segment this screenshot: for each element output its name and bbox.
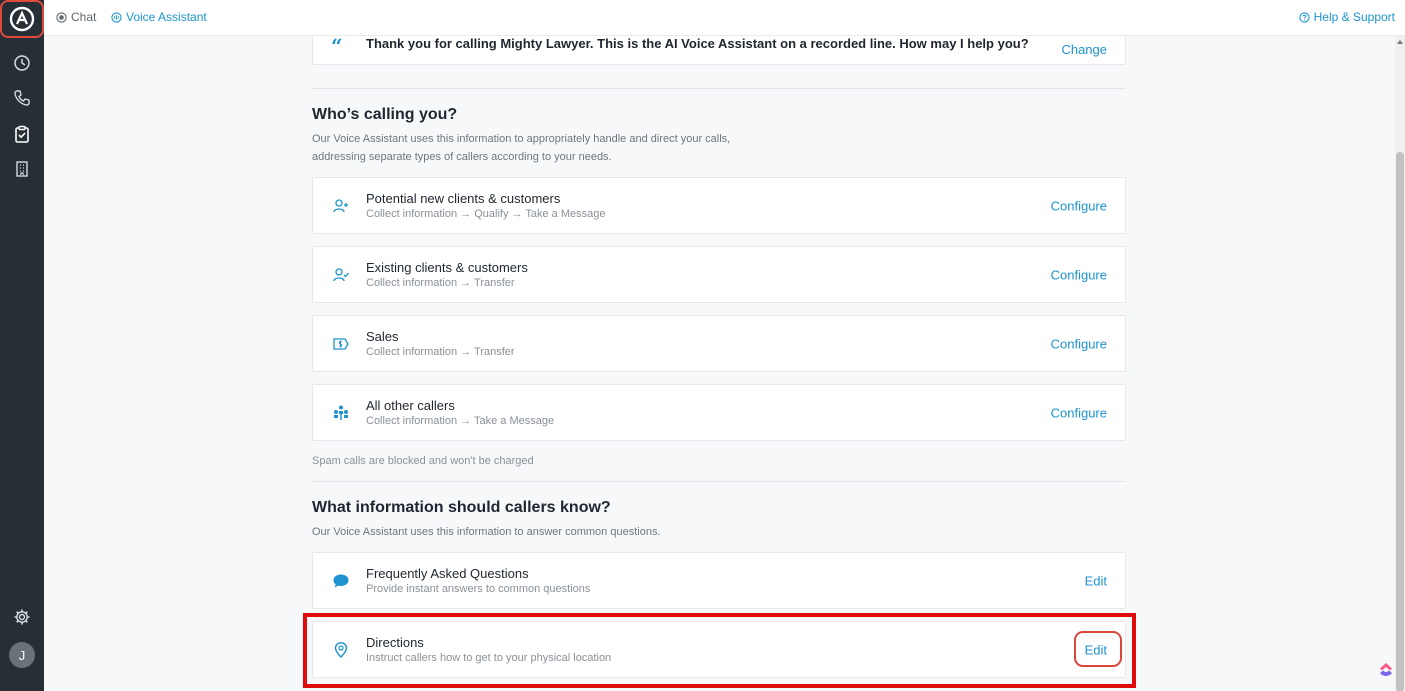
avatar[interactable]: J	[9, 642, 35, 668]
gear-icon[interactable]	[6, 601, 38, 633]
building-icon[interactable]	[6, 153, 38, 185]
scroll-up-arrow[interactable]	[1397, 40, 1403, 44]
caller-card-new-clients[interactable]: Potential new clients & customers Collec…	[312, 177, 1126, 234]
divider	[312, 481, 1126, 482]
caller-title: Potential new clients & customers	[366, 191, 561, 206]
info-subtitle: Provide instant answers to common questi…	[366, 583, 591, 595]
chat-bubble-icon	[331, 571, 351, 591]
sidebar: J	[0, 0, 44, 691]
edit-faq-button[interactable]: Edit	[1085, 573, 1107, 588]
info-section-title: What information should callers know?	[312, 499, 611, 516]
caller-card-all-other[interactable]: All other callers Collect information → …	[312, 384, 1126, 441]
change-greeting-button[interactable]: Change	[1061, 42, 1107, 57]
callers-section-description: Our Voice Assistant uses this informatio…	[312, 133, 731, 163]
greeting-card: “ Thank you for calling Mighty Lawyer. T…	[312, 36, 1126, 65]
scrollbar[interactable]	[1395, 36, 1405, 691]
scroll-thumb[interactable]	[1396, 152, 1404, 691]
caller-title: Existing clients & customers	[366, 260, 528, 275]
help-support-link[interactable]: Help & Support	[1298, 10, 1395, 24]
help-support-label: Help & Support	[1313, 10, 1395, 24]
configure-button[interactable]: Configure	[1051, 267, 1107, 282]
caller-title: Sales	[366, 329, 399, 344]
configure-button[interactable]: Configure	[1051, 336, 1107, 351]
history-icon[interactable]	[6, 47, 38, 79]
tab-voice-assistant[interactable]: Voice Assistant	[111, 10, 207, 24]
info-section-description: Our Voice Assistant uses this informatio…	[312, 526, 661, 538]
caller-subtitle: Collect information → Transfer	[366, 277, 515, 289]
voice-assistant-icon	[111, 11, 122, 23]
edit-highlight-ring	[1074, 631, 1122, 667]
tab-chat-label: Chat	[71, 10, 97, 24]
directions-highlight-box	[303, 613, 1136, 688]
configure-button[interactable]: Configure	[1051, 198, 1107, 213]
tab-chat[interactable]: Chat	[56, 10, 96, 24]
caller-subtitle: Collect information → Transfer	[366, 346, 515, 358]
configure-button[interactable]: Configure	[1051, 405, 1107, 420]
caller-title: All other callers	[366, 398, 455, 413]
greeting-text: Thank you for calling Mighty Lawyer. Thi…	[366, 36, 1029, 51]
divider	[312, 88, 1126, 89]
caller-card-existing-clients[interactable]: Existing clients & customers Collect inf…	[312, 246, 1126, 303]
group-icon	[331, 403, 351, 423]
caller-card-sales[interactable]: Sales Collect information → Transfer Con…	[312, 315, 1126, 372]
user-check-icon	[331, 265, 351, 285]
spam-note: Spam calls are blocked and won't be char…	[312, 455, 534, 467]
tab-voice-assistant-label: Voice Assistant	[126, 10, 207, 24]
caller-subtitle: Collect information → Qualify → Take a M…	[366, 208, 606, 220]
caller-subtitle: Collect information → Take a Message	[366, 415, 555, 427]
clickup-logo-icon[interactable]	[1377, 660, 1395, 680]
clipboard-check-icon[interactable]	[6, 118, 38, 150]
quote-icon: “	[331, 34, 343, 58]
callers-section-title: Who’s calling you?	[312, 106, 458, 123]
chat-icon	[56, 11, 67, 23]
info-title: Frequently Asked Questions	[366, 566, 529, 581]
info-card-faq[interactable]: Frequently Asked Questions Provide insta…	[312, 552, 1126, 609]
top-bar: Chat Voice Assistant Help & Support	[44, 0, 1405, 36]
help-icon	[1298, 11, 1310, 23]
dollar-tag-icon	[331, 334, 351, 354]
phone-icon[interactable]	[6, 82, 38, 114]
logo-icon[interactable]	[6, 3, 38, 35]
user-plus-icon	[331, 196, 351, 216]
